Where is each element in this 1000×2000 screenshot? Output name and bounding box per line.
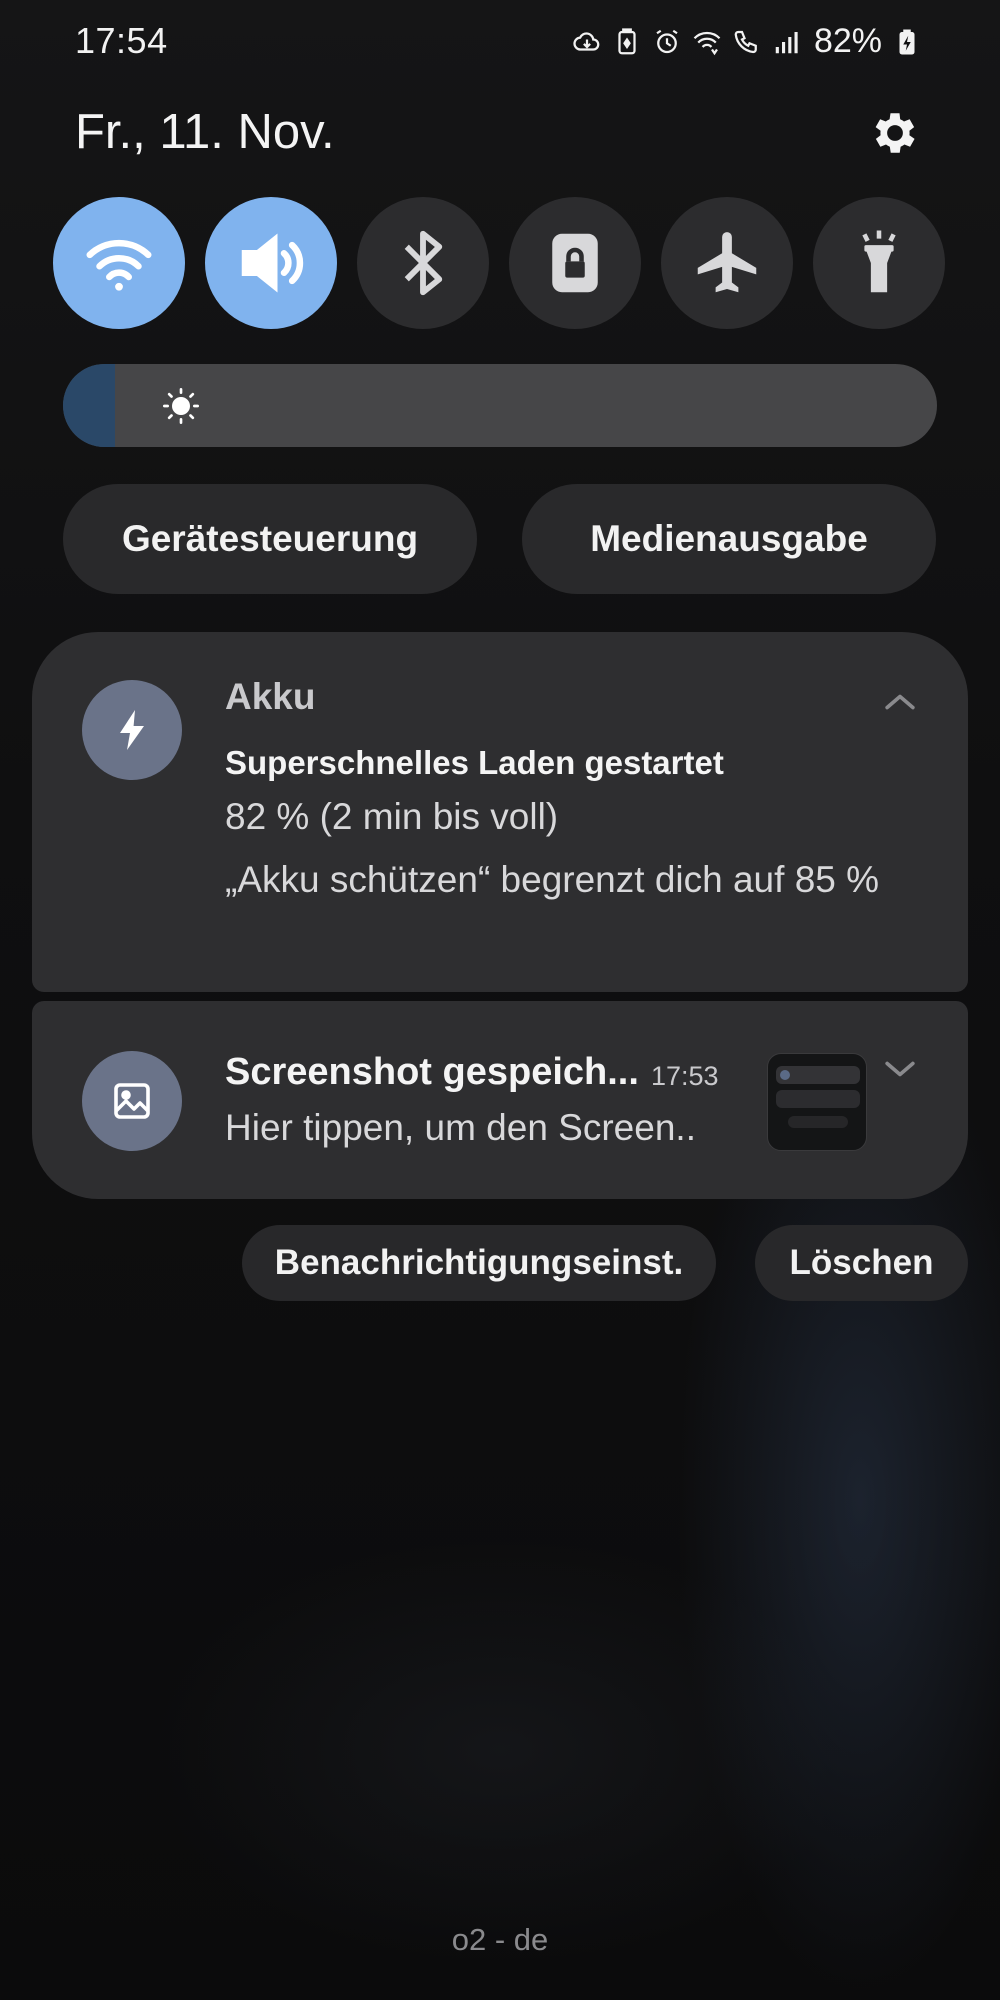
image-icon xyxy=(114,1083,150,1119)
media-output-button[interactable]: Medienausgabe xyxy=(522,484,936,594)
signal-icon xyxy=(772,27,802,57)
tile-airplane-mode[interactable] xyxy=(661,197,793,329)
sun-icon xyxy=(163,388,200,424)
screenshot-title: Screenshot gespeich... xyxy=(225,1051,639,1093)
battery-percent: 82% xyxy=(813,22,882,60)
status-icons: 82% xyxy=(572,22,922,61)
tile-flashlight[interactable] xyxy=(813,197,945,329)
carrier-label: o2 - de xyxy=(451,1922,549,1957)
tile-bluetooth[interactable] xyxy=(357,197,489,329)
tile-rotation-lock[interactable] xyxy=(509,197,641,329)
chevron-up-icon[interactable] xyxy=(878,680,922,724)
bluetooth-icon xyxy=(404,230,443,296)
tile-wifi[interactable] xyxy=(53,197,185,329)
wifi-icon xyxy=(86,239,152,291)
quick-settings-tiles xyxy=(53,197,945,329)
status-bar: 17:54 82% xyxy=(0,14,1000,66)
screenshot-time: 17:53 xyxy=(651,1061,719,1091)
clear-notifications-button[interactable]: Löschen xyxy=(755,1225,968,1301)
brightness-slider[interactable] xyxy=(63,364,937,447)
airplane-icon xyxy=(697,232,757,293)
notification-title: Superschnelles Laden gestartet xyxy=(225,744,724,781)
brightness-more-button[interactable] xyxy=(929,386,937,426)
volte-call-icon xyxy=(732,27,762,57)
volume-icon xyxy=(241,233,304,293)
settings-button[interactable] xyxy=(866,104,924,162)
screenshot-text: Hier tippen, um den Screen.. xyxy=(225,1107,696,1148)
lightning-icon xyxy=(120,710,144,750)
gear-icon xyxy=(875,113,915,153)
battery-notification[interactable]: Akku Superschnelles Laden gestartet 82 %… xyxy=(32,632,968,992)
battery-saver-icon xyxy=(612,27,642,57)
wifi-calling-icon xyxy=(692,27,722,57)
alarm-icon xyxy=(652,27,682,57)
tile-sound[interactable] xyxy=(205,197,337,329)
notification-protect-info: „Akku schützen“ begrenzt dich auf 85 % xyxy=(225,859,880,900)
battery-app-icon xyxy=(82,680,182,780)
device-control-button[interactable]: Gerätesteuerung xyxy=(63,484,477,594)
cloud-sync-icon xyxy=(572,27,602,57)
date-label: Fr., 11. Nov. xyxy=(75,105,335,159)
status-time: 17:54 xyxy=(75,20,168,61)
chevron-down-icon[interactable] xyxy=(878,1047,922,1091)
notification-settings-button[interactable]: Benachrichtigungseinst. xyxy=(242,1225,716,1301)
screenshot-notification[interactable]: Screenshot gespeich... 17:53 Hier tippen… xyxy=(32,1001,968,1199)
screenshot-thumbnail[interactable] xyxy=(767,1053,867,1151)
lock-icon xyxy=(552,233,598,293)
flashlight-icon xyxy=(862,230,896,293)
notification-charge-status: 82 % (2 min bis voll) xyxy=(225,796,559,837)
screenshot-app-icon xyxy=(82,1051,182,1151)
battery-charging-icon xyxy=(892,27,922,57)
notification-app-name: Akku xyxy=(225,676,316,717)
brightness-fill xyxy=(63,364,116,447)
